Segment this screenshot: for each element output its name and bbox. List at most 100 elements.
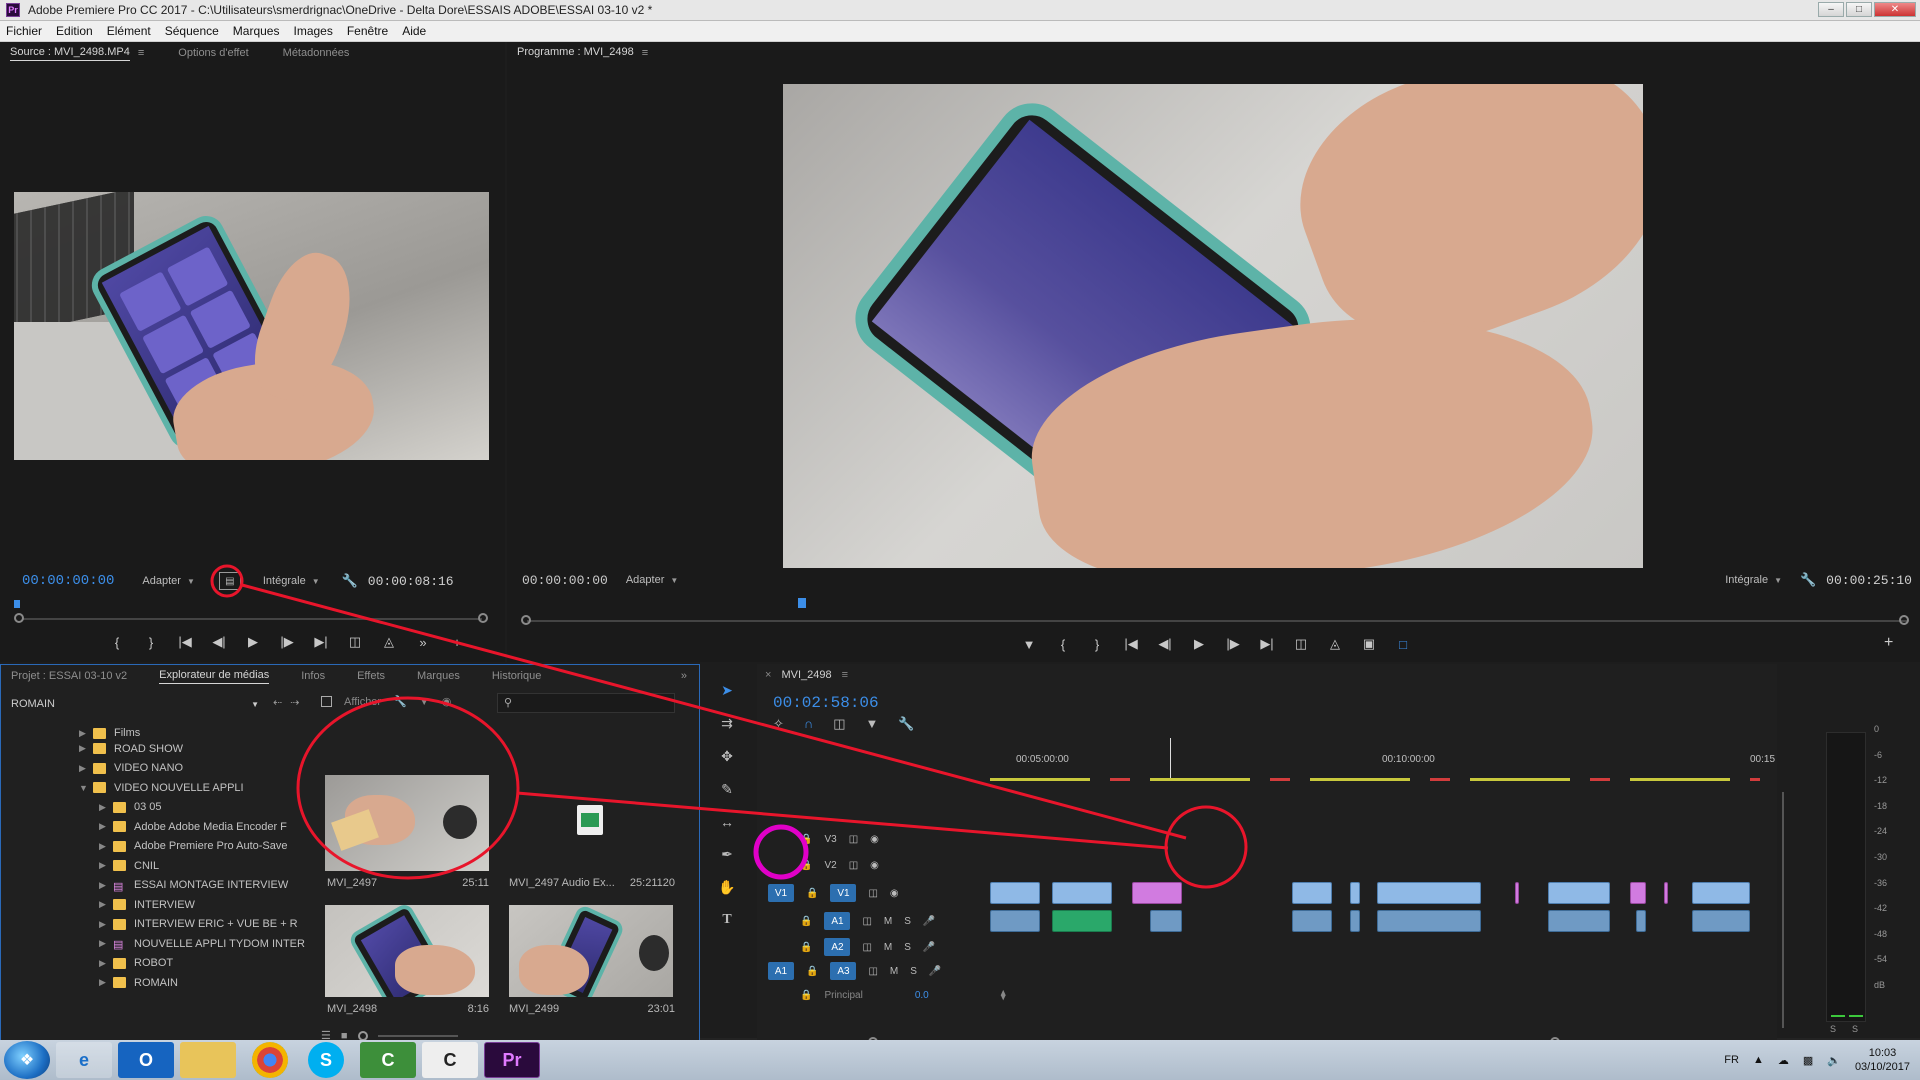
sync-lock-icon[interactable]: ◫: [849, 834, 858, 845]
video-clip[interactable]: [1052, 882, 1112, 904]
mark-in-icon[interactable]: {: [100, 635, 134, 650]
slip-tool-icon[interactable]: ↔: [720, 814, 734, 830]
video-clip[interactable]: [990, 882, 1040, 904]
go-to-out-icon[interactable]: ▶|: [304, 634, 338, 650]
step-forward-icon[interactable]: |▶: [1216, 636, 1250, 652]
menu-aide[interactable]: Aide: [402, 24, 426, 38]
microphone-icon[interactable]: 🎤: [923, 916, 935, 927]
wrench-icon[interactable]: 🔧: [393, 695, 407, 708]
nest-icon[interactable]: ✧: [773, 716, 784, 732]
wrench-icon[interactable]: 🔧: [898, 716, 914, 732]
eye-icon[interactable]: ◉: [870, 834, 879, 845]
hand-tool-icon[interactable]: ✋: [718, 879, 735, 896]
source-timecode[interactable]: 00:00:00:00: [22, 573, 114, 589]
start-button[interactable]: ❖: [4, 1041, 50, 1079]
mute-button[interactable]: M: [884, 916, 892, 927]
tree-item[interactable]: ▶ INTERVIEW ERIC + VUE BE + R: [9, 915, 309, 935]
zoom-slider-handle[interactable]: [357, 1030, 368, 1041]
tab-program[interactable]: Programme : MVI_2498: [517, 46, 634, 60]
sync-lock-icon[interactable]: ◫: [868, 888, 877, 899]
language-indicator[interactable]: FR: [1724, 1054, 1739, 1066]
add-marker-icon[interactable]: ▼: [866, 716, 879, 732]
source-video-frame[interactable]: [14, 192, 489, 460]
menu-edition[interactable]: Edition: [56, 24, 93, 38]
mute-button[interactable]: M: [890, 966, 898, 977]
premiere-pro-icon[interactable]: Pr: [484, 1042, 540, 1078]
timeline-timecode[interactable]: 00:02:58:06: [773, 694, 879, 712]
razor-tool-icon[interactable]: ✎: [721, 781, 733, 798]
add-button-icon[interactable]: +: [1884, 634, 1893, 652]
audio-clip[interactable]: [990, 910, 1040, 932]
insert-icon[interactable]: ▤: [218, 572, 241, 590]
wrench-icon[interactable]: 🔧: [1800, 572, 1816, 588]
sync-lock-icon[interactable]: ◫: [849, 860, 858, 871]
wrench-icon[interactable]: 🔧: [342, 573, 358, 589]
audio-clip-selected[interactable]: [1052, 910, 1112, 932]
go-to-in-icon[interactable]: |◀: [168, 634, 202, 650]
selection-tool-icon[interactable]: ➤: [721, 682, 733, 699]
ripple-edit-icon[interactable]: ✥: [721, 748, 733, 765]
minimize-button[interactable]: –: [1818, 2, 1844, 17]
audio-clip[interactable]: [1350, 910, 1360, 932]
location-dropdown[interactable]: ROMAIN ▼: [11, 695, 259, 713]
skype-icon[interactable]: S: [308, 1042, 344, 1078]
source-fit-select[interactable]: Adapter ▼: [142, 575, 194, 587]
time-ruler[interactable]: 00:05:00:00 00:10:00:00 00:15: [990, 754, 1790, 776]
video-clip[interactable]: [1548, 882, 1610, 904]
camtasia-recorder-icon[interactable]: C: [422, 1042, 478, 1078]
tree-item[interactable]: ▶ INTERVIEW: [9, 895, 309, 915]
track-select-icon[interactable]: ⇉: [721, 715, 733, 732]
more-tabs-icon[interactable]: »: [681, 670, 687, 682]
insert-clip-icon[interactable]: ◫: [338, 634, 372, 650]
sync-lock-icon[interactable]: ◫: [862, 942, 871, 953]
mark-out-icon[interactable]: }: [134, 635, 168, 650]
video-clip-marker[interactable]: [1630, 882, 1646, 904]
tree-item[interactable]: ▶ ROAD SHOW: [9, 739, 309, 759]
network-icon[interactable]: ▩: [1803, 1054, 1813, 1067]
sync-lock-icon[interactable]: ◫: [868, 966, 877, 977]
mute-button[interactable]: M: [884, 942, 892, 953]
solo-button[interactable]: S: [910, 966, 917, 977]
tab-media-browser[interactable]: Explorateur de médias: [159, 669, 270, 684]
track-target-v1[interactable]: V1: [830, 884, 857, 902]
master-value[interactable]: 0.0: [915, 990, 929, 1001]
back-arrow-icon[interactable]: ⇠: [273, 696, 282, 709]
lock-icon[interactable]: 🔒: [806, 888, 818, 899]
menu-marques[interactable]: Marques: [233, 24, 280, 38]
scrub-start-handle[interactable]: [521, 615, 531, 625]
program-scrubber[interactable]: [527, 620, 1907, 622]
scrub-end-handle[interactable]: [478, 613, 488, 623]
step-forward-icon[interactable]: |▶: [270, 634, 304, 650]
menu-images[interactable]: Images: [293, 24, 332, 38]
source-scrubber[interactable]: [22, 618, 482, 620]
solo-left-button[interactable]: S: [1830, 1024, 1836, 1034]
filter-icon[interactable]: ▼: [419, 696, 430, 708]
play-icon[interactable]: ▶: [236, 634, 270, 650]
video-clip[interactable]: [1350, 882, 1360, 904]
track-target-a3[interactable]: A3: [830, 962, 857, 980]
track-target-a2[interactable]: A2: [824, 938, 851, 956]
menu-sequence[interactable]: Séquence: [165, 24, 219, 38]
comment-icon[interactable]: □: [1386, 637, 1420, 652]
search-input[interactable]: ⚲: [497, 693, 675, 713]
add-button-icon[interactable]: +: [440, 635, 474, 650]
lock-icon[interactable]: 🔒: [800, 916, 812, 927]
scrub-start-handle[interactable]: [14, 613, 24, 623]
media-thumbnail[interactable]: [325, 905, 489, 997]
playhead-icon[interactable]: [14, 600, 20, 608]
type-tool-icon[interactable]: T: [722, 912, 731, 928]
tree-item[interactable]: ▶ ROMAIN: [9, 973, 309, 993]
close-tab-icon[interactable]: ×: [765, 669, 771, 681]
file-explorer-icon[interactable]: [180, 1042, 236, 1078]
lock-icon[interactable]: 🔒: [800, 990, 812, 1001]
onedrive-icon[interactable]: ☁: [1778, 1054, 1789, 1067]
tree-item[interactable]: ▶ ▤ ESSAI MONTAGE INTERVIEW: [9, 876, 309, 896]
tab-source[interactable]: Source : MVI_2498.MP4: [10, 46, 130, 61]
internet-explorer-icon[interactable]: e: [56, 1042, 112, 1078]
master-end-icon[interactable]: ⧫: [1001, 990, 1006, 1001]
view-icon[interactable]: ◉: [442, 695, 452, 708]
microphone-icon[interactable]: 🎤: [923, 942, 935, 953]
tab-metadata[interactable]: Métadonnées: [283, 47, 350, 59]
maximize-button[interactable]: □: [1846, 2, 1872, 17]
display-checkbox[interactable]: [321, 696, 332, 707]
